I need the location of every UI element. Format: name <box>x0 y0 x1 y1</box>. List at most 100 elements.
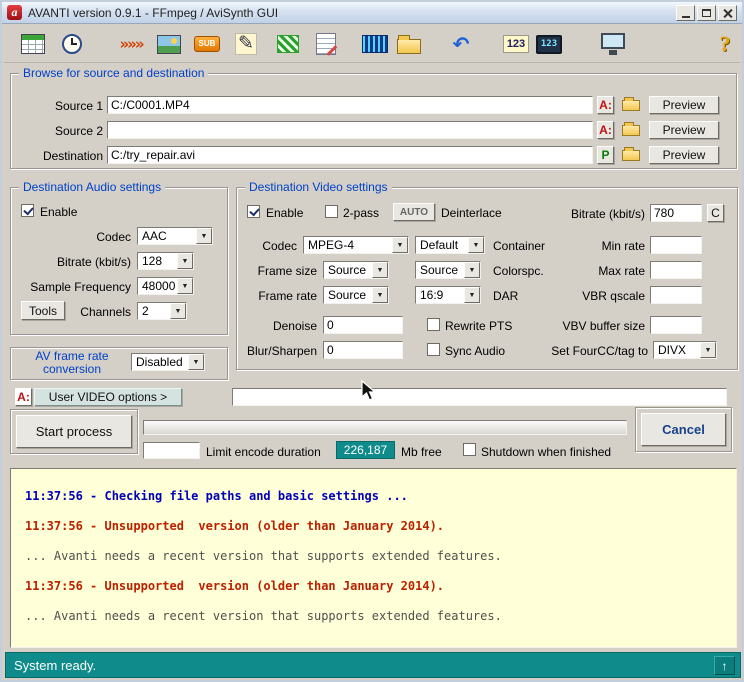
subtitles-button[interactable]: SUB <box>190 27 224 61</box>
video-numbers-button[interactable]: 123 <box>532 27 566 61</box>
monitor-button[interactable] <box>596 27 630 61</box>
audio-bitrate-select[interactable]: 128 ▼ <box>137 252 194 270</box>
notes-button[interactable] <box>309 27 343 61</box>
limit-duration-input[interactable] <box>143 442 200 459</box>
limit-duration-label: Limit encode duration <box>206 445 321 459</box>
audio-codec-value: AAC <box>142 229 167 243</box>
app-logo-icon: a <box>7 5 22 20</box>
destination-preview-button[interactable]: Preview <box>649 146 719 164</box>
colorspace-value: Source <box>420 263 459 277</box>
blur-sharpen-label: Blur/Sharpen <box>246 344 317 358</box>
scroll-top-button[interactable]: ↑ <box>714 656 735 675</box>
sync-audio-checkbox[interactable] <box>427 343 440 356</box>
two-pass-checkbox[interactable] <box>325 205 338 218</box>
start-process-button[interactable]: Start process <box>16 415 132 448</box>
vbr-qscale-label: VBR qscale <box>582 289 645 303</box>
numbers-button[interactable]: 123 <box>499 27 533 61</box>
folder-icon <box>622 121 640 136</box>
user-video-options-button[interactable]: User VIDEO options > <box>34 388 182 406</box>
status-text: System ready. <box>14 657 97 673</box>
frame-size-select[interactable]: Source ▼ <box>323 261 389 279</box>
timer-button[interactable] <box>55 27 89 61</box>
min-rate-label: Min rate <box>601 239 645 253</box>
minimize-button[interactable] <box>676 4 695 21</box>
chevron-down-icon: ▼ <box>372 262 388 278</box>
av-conversion-label-line1: AV frame rate <box>35 349 109 363</box>
user-options-avs-button[interactable]: A: <box>15 388 32 406</box>
destination-input[interactable] <box>107 146 593 164</box>
transitions-button[interactable]: »»» <box>114 27 148 61</box>
folder-icon <box>397 34 421 54</box>
rewrite-pts-label: Rewrite PTS <box>445 319 513 333</box>
colorspace-select[interactable]: Source ▼ <box>415 261 481 279</box>
av-conversion-value: Disabled <box>136 355 183 369</box>
audio-sample-select[interactable]: 48000 ▼ <box>137 277 194 295</box>
help-button[interactable]: ? <box>708 27 742 61</box>
audio-enable-checkbox[interactable] <box>21 204 34 217</box>
min-rate-input[interactable] <box>650 236 702 254</box>
p-badge-icon: P <box>601 148 610 162</box>
script-editor-button[interactable]: ✎ <box>229 27 263 61</box>
image-editor-button[interactable] <box>152 27 186 61</box>
folder-icon <box>622 96 640 111</box>
container-select[interactable]: Default ▼ <box>415 236 485 254</box>
video-codec-select[interactable]: MPEG-4 ▼ <box>303 236 409 254</box>
shutdown-label: Shutdown when finished <box>481 445 612 459</box>
chevron-down-icon: ▼ <box>464 262 480 278</box>
vbr-qscale-input[interactable] <box>650 286 702 304</box>
job-control-button[interactable] <box>16 27 50 61</box>
auto-deinterlace-button[interactable]: AUTO <box>393 203 435 221</box>
audio-channels-value: 2 <box>142 304 149 318</box>
source1-label: Source 1 <box>54 99 103 113</box>
destination-p-button[interactable]: P <box>597 146 614 164</box>
bitrate-calculator-button[interactable]: C <box>707 204 724 222</box>
priority-button[interactable] <box>271 27 305 61</box>
open-folder-button[interactable] <box>392 27 426 61</box>
audio-sample-value: 48000 <box>142 279 176 293</box>
destination-browse-button[interactable] <box>619 146 643 164</box>
free-space-label: Mb free <box>401 445 442 459</box>
audio-tools-button[interactable]: Tools <box>21 301 65 320</box>
video-bitrate-input[interactable] <box>650 204 702 222</box>
maximize-button[interactable] <box>697 4 716 21</box>
undo-icon: ↶ <box>452 32 470 56</box>
fourcc-select[interactable]: DIVX ▼ <box>653 341 717 359</box>
source2-browse-button[interactable] <box>619 121 643 139</box>
source2-preview-button[interactable]: Preview <box>649 121 719 139</box>
audio-settings-group: Destination Audio settings Enable Codec … <box>10 180 228 335</box>
denoise-input[interactable] <box>323 316 403 334</box>
source1-browse-button[interactable] <box>619 96 643 114</box>
log-line: 11:37:56 - Unsupported version (older th… <box>25 519 445 533</box>
browse-group: Browse for source and destination Source… <box>10 66 737 169</box>
shutdown-checkbox[interactable] <box>463 443 476 456</box>
chevron-down-icon: ▼ <box>188 354 204 370</box>
source2-avs-button[interactable]: A: <box>597 121 614 139</box>
av-conversion-select[interactable]: Disabled ▼ <box>131 353 205 371</box>
source1-preview-button[interactable]: Preview <box>649 96 719 114</box>
chevron-down-icon: ▼ <box>464 287 480 303</box>
vbv-buffer-input[interactable] <box>650 316 702 334</box>
video-enable-checkbox[interactable] <box>247 205 260 218</box>
user-video-options-input[interactable] <box>232 388 727 406</box>
titlebar: a AVANTI version 0.9.1 - FFmpeg / AviSyn… <box>2 2 742 24</box>
source2-input[interactable] <box>107 121 593 139</box>
rewrite-pts-checkbox[interactable] <box>427 318 440 331</box>
waveform-button[interactable] <box>358 27 392 61</box>
source1-input[interactable] <box>107 96 593 114</box>
undo-button[interactable]: ↶ <box>444 27 478 61</box>
max-rate-input[interactable] <box>650 261 702 279</box>
blur-sharpen-input[interactable] <box>323 341 403 359</box>
audio-codec-select[interactable]: AAC ▼ <box>137 227 213 245</box>
cancel-button[interactable]: Cancel <box>641 413 726 446</box>
timer-icon <box>62 34 82 54</box>
dar-select[interactable]: 16:9 ▼ <box>415 286 481 304</box>
subtitles-icon: SUB <box>194 36 220 52</box>
notes-icon <box>316 33 336 55</box>
status-bar: System ready. ↑ <box>5 652 741 678</box>
close-button[interactable] <box>718 4 737 21</box>
source1-avs-button[interactable]: A: <box>597 96 614 114</box>
colorspace-label: Colorspc. <box>493 264 544 278</box>
frame-rate-select[interactable]: Source ▼ <box>323 286 389 304</box>
script-editor-icon: ✎ <box>235 33 257 55</box>
audio-channels-select[interactable]: 2 ▼ <box>137 302 187 320</box>
